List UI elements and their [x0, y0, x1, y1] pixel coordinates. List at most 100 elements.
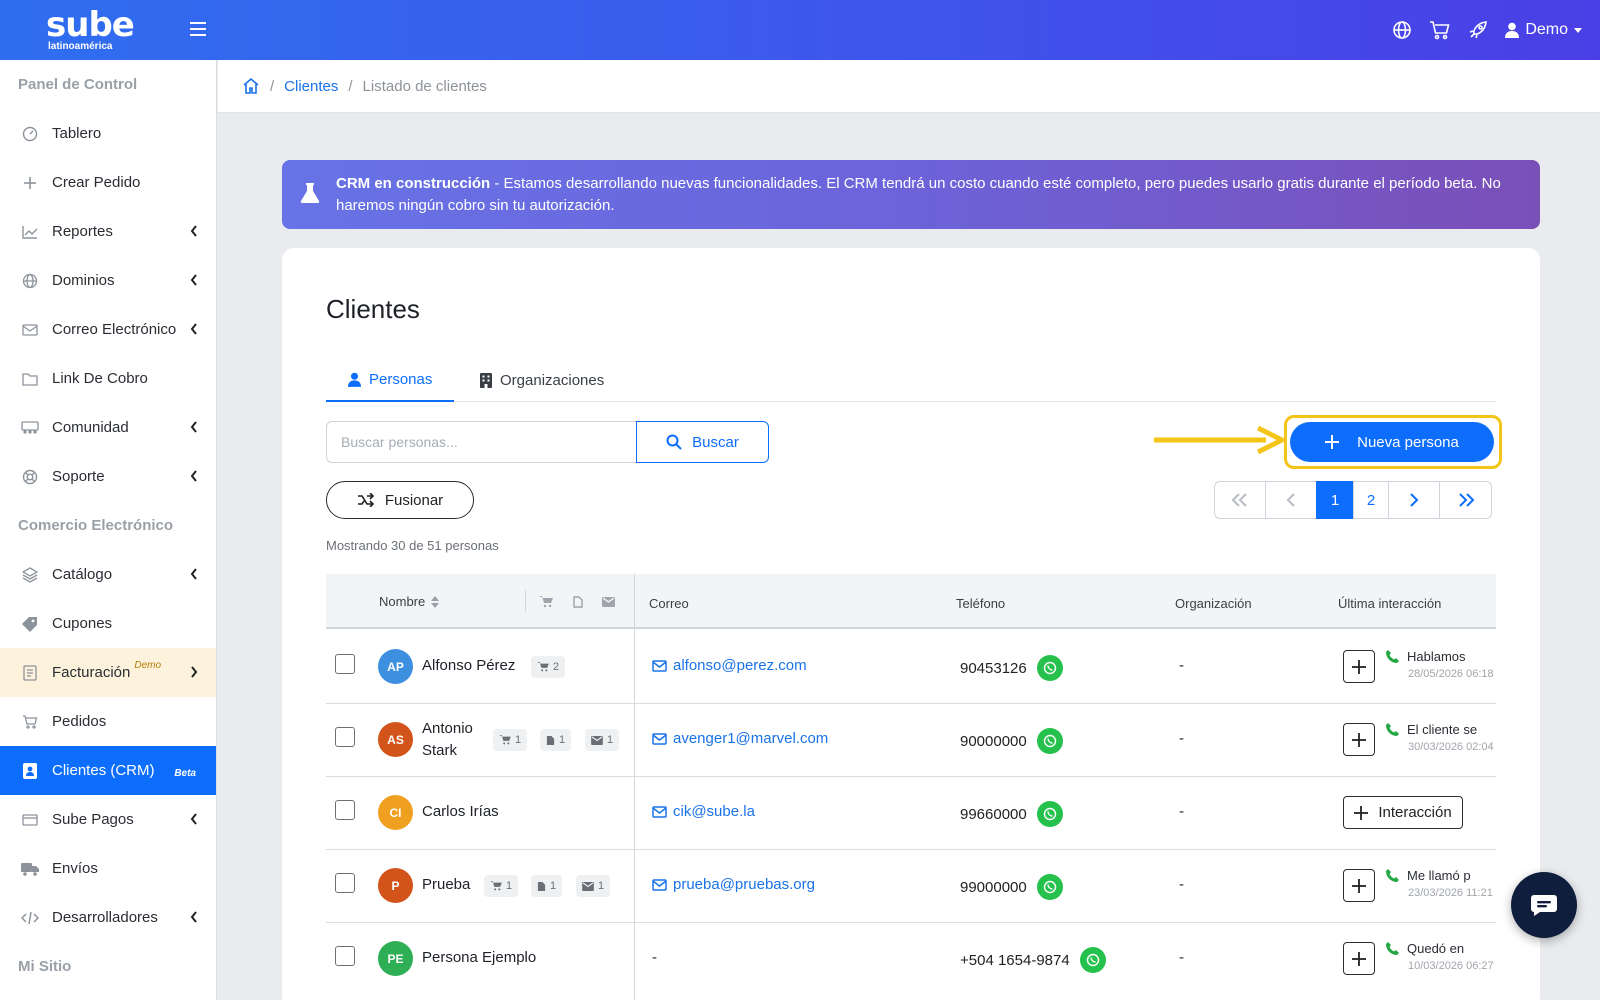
- user-icon: [1505, 22, 1520, 38]
- cart-icon: [499, 735, 511, 745]
- add-interaction-button[interactable]: [1343, 869, 1375, 902]
- table-row[interactable]: PE Persona Ejemplo - +504 1654-9874 - Qu…: [326, 923, 1496, 996]
- email-link[interactable]: prueba@pruebas.org: [652, 876, 815, 893]
- sidebar-item-soporte[interactable]: Soporte: [0, 452, 216, 501]
- whatsapp-icon[interactable]: [1079, 947, 1106, 973]
- sidebar-item-sube-pagos[interactable]: Sube Pagos: [0, 795, 216, 844]
- next-page-button[interactable]: [1388, 481, 1440, 519]
- table-row[interactable]: AS Antonio Stark 1 1 1 avenger1@marvel.c…: [326, 704, 1496, 777]
- user-menu[interactable]: Demo: [1505, 21, 1582, 39]
- person-name[interactable]: Carlos Irías: [422, 803, 499, 820]
- sube-logo[interactable]: sube latinoamérica: [46, 8, 142, 54]
- sidebar-item-dominios[interactable]: Dominios: [0, 256, 216, 305]
- breadcrumb-clientes-link[interactable]: Clientes: [284, 78, 338, 95]
- orders-column-icon: [539, 574, 553, 629]
- hamburger-menu-icon[interactable]: [190, 22, 206, 36]
- sidebar-item-crear-pedido[interactable]: Crear Pedido: [0, 158, 216, 207]
- sidebar-item-comunidad[interactable]: Comunidad: [0, 403, 216, 452]
- add-interaction-button[interactable]: [1343, 650, 1375, 683]
- logo-main-text: sube: [46, 5, 135, 45]
- count: 1: [607, 734, 614, 746]
- tab-personas[interactable]: Personas: [326, 358, 455, 402]
- sidebar-item-tablero[interactable]: Tablero: [0, 109, 216, 158]
- row-checkbox[interactable]: [335, 654, 355, 674]
- row-checkbox[interactable]: [335, 946, 355, 966]
- flask-icon: [300, 183, 320, 203]
- whatsapp-icon[interactable]: [1036, 801, 1063, 827]
- search-button[interactable]: Buscar: [636, 421, 769, 463]
- sidebar-item-label: Comunidad: [52, 419, 129, 436]
- first-page-button[interactable]: [1214, 481, 1266, 519]
- sidebar-item-pedidos[interactable]: Pedidos: [0, 697, 216, 746]
- sidebar-item-correo[interactable]: Correo Electrónico: [0, 305, 216, 354]
- sidebar-item-catalogo[interactable]: Catálogo: [0, 550, 216, 599]
- merge-button[interactable]: Fusionar: [326, 481, 474, 519]
- person-name[interactable]: Antonio Stark: [422, 718, 473, 762]
- column-header-nombre[interactable]: Nombre: [379, 574, 440, 629]
- new-person-button[interactable]: Nueva persona: [1290, 422, 1494, 462]
- plus-icon: [1325, 435, 1340, 449]
- whatsapp-icon[interactable]: [1036, 874, 1063, 900]
- sidebar-item-cupones[interactable]: Cupones: [0, 599, 216, 648]
- search-input[interactable]: [326, 421, 636, 463]
- plus-icon: [1352, 951, 1366, 966]
- table-row[interactable]: P Prueba 1 1 1 prueba@pruebas.org 990000…: [326, 850, 1496, 923]
- chevron-down-icon: [1574, 27, 1582, 33]
- row-checkbox[interactable]: [335, 873, 355, 893]
- whatsapp-icon[interactable]: [1036, 728, 1063, 754]
- envelope-icon: [652, 732, 667, 745]
- email-link[interactable]: avenger1@marvel.com: [652, 730, 828, 747]
- whatsapp-icon[interactable]: [1036, 655, 1063, 681]
- email-link[interactable]: cik@sube.la: [652, 803, 755, 820]
- breadcrumb: / Clientes / Listado de clientes: [218, 60, 1600, 113]
- sidebar-section-title: Comercio Electrónico: [18, 517, 174, 534]
- email-cell: -: [652, 949, 657, 966]
- chat-widget-button[interactable]: [1511, 872, 1577, 938]
- person-name[interactable]: Persona Ejemplo: [422, 949, 536, 966]
- email-link[interactable]: alfonso@perez.com: [652, 657, 807, 674]
- row-checkbox[interactable]: [335, 727, 355, 747]
- double-chevron-left-icon: [1231, 493, 1247, 507]
- search-button-label: Buscar: [692, 433, 739, 451]
- document-icon: [573, 595, 583, 608]
- documents-column-icon: [573, 574, 583, 629]
- table-row[interactable]: CI Carlos Irías cik@sube.la 99660000 - I…: [326, 777, 1496, 850]
- sidebar-item-reportes[interactable]: Reportes: [0, 207, 216, 256]
- interaction-text: El cliente se: [1407, 722, 1478, 737]
- add-interaction-button[interactable]: Interacción: [1343, 796, 1463, 829]
- page-2-button[interactable]: 2: [1353, 481, 1389, 519]
- sidebar-item-label: Correo Electrónico: [52, 321, 177, 338]
- phone-icon: [1386, 869, 1399, 882]
- last-interaction: El cliente se 30/03/2026 02:04: [1386, 722, 1498, 753]
- sidebar-item-clientes-crm[interactable]: Clientes (CRM) Beta: [0, 746, 216, 795]
- last-page-button[interactable]: [1439, 481, 1492, 519]
- envelope-icon: [652, 878, 667, 891]
- globe-icon[interactable]: [1391, 19, 1413, 41]
- orders-count-badge: 1: [484, 875, 519, 897]
- sidebar-item-envios[interactable]: Envíos: [0, 844, 216, 893]
- organization-cell: -: [1179, 803, 1184, 820]
- sidebar-item-label: Crear Pedido: [52, 174, 141, 191]
- organization-cell: -: [1179, 730, 1184, 747]
- chevron-left-icon: [190, 568, 197, 580]
- table-row[interactable]: AP Alfonso Pérez 2 alfonso@perez.com 904…: [326, 631, 1496, 704]
- add-interaction-button[interactable]: [1343, 723, 1375, 756]
- sidebar-item-link-cobro[interactable]: Link De Cobro: [0, 354, 216, 403]
- add-interaction-button[interactable]: [1343, 942, 1375, 975]
- tab-organizaciones[interactable]: Organizaciones: [458, 358, 626, 402]
- sidebar-item-desarrolladores[interactable]: Desarrolladores: [0, 893, 216, 942]
- rocket-icon[interactable]: [1467, 19, 1489, 41]
- interaction-date: 28/05/2026 06:18: [1408, 668, 1494, 680]
- person-name[interactable]: Prueba: [422, 876, 470, 893]
- interaction-text: Quedó en: [1407, 941, 1465, 956]
- sidebar-item-facturacion[interactable]: Facturación Demo: [0, 648, 216, 697]
- column-label: Nombre: [379, 594, 426, 609]
- prev-page-button[interactable]: [1265, 481, 1317, 519]
- page-1-button[interactable]: 1: [1316, 481, 1354, 519]
- folder-icon: [20, 369, 40, 389]
- row-checkbox[interactable]: [335, 800, 355, 820]
- home-icon[interactable]: [242, 77, 260, 95]
- person-name[interactable]: Alfonso Pérez: [422, 657, 515, 674]
- cart-icon[interactable]: [1429, 19, 1451, 41]
- chevron-left-icon: [190, 421, 197, 433]
